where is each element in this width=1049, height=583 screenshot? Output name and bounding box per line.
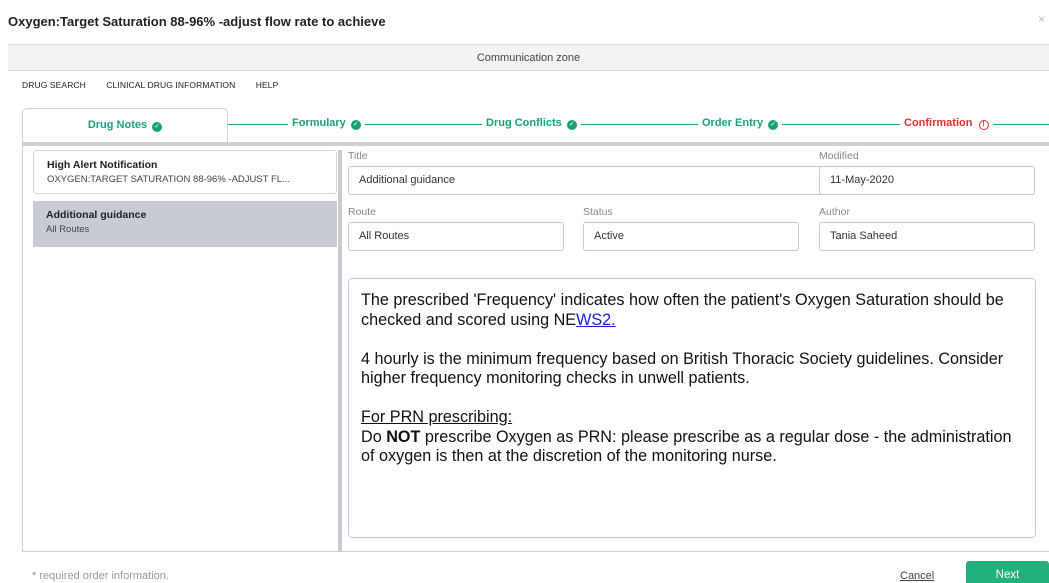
list-item-subtitle: All Routes <box>46 224 90 235</box>
check-circle-icon: ✓ <box>566 120 577 130</box>
guidance-para2: 4 hourly is the minimum frequency based … <box>361 349 1004 388</box>
route-field: All Routes <box>348 222 564 251</box>
menu-bar: DRUG SEARCH CLINICAL DRUG INFORMATION HE… <box>22 80 296 90</box>
list-scrollbar[interactable] <box>339 150 342 552</box>
menu-help[interactable]: HELP <box>256 80 279 90</box>
step-drug-conflicts-label: Drug Conflicts <box>486 117 562 129</box>
cancel-button[interactable]: Cancel <box>900 570 934 582</box>
prn-text-bold: NOT <box>386 427 421 446</box>
step-confirmation-label: Confirmation <box>904 117 973 129</box>
exclamation-circle-icon: ! <box>978 120 989 130</box>
tab-drug-notes-label: Drug Notes <box>87 119 148 131</box>
list-item-title: Additional guidance <box>46 209 147 221</box>
check-circle-icon: ✓ <box>350 120 361 130</box>
communication-zone: Communication zone <box>8 44 1049 71</box>
list-item[interactable]: High Alert Notification OXYGEN:TARGET SA… <box>33 150 337 194</box>
next-button[interactable]: Next <box>966 561 1049 583</box>
prn-text: Do NOT prescribe Oxygen as PRN: please p… <box>361 428 1025 467</box>
dialog-header: Oxygen:Target Saturation 88-96% -adjust … <box>0 0 1049 44</box>
required-info-note: * required order information. <box>32 570 169 582</box>
step-order-entry-label: Order Entry <box>702 117 764 129</box>
prn-text-post: prescribe Oxygen as PRN: please prescrib… <box>361 427 1012 466</box>
modified-label: Modified <box>819 150 859 162</box>
close-icon[interactable]: × <box>1038 12 1045 26</box>
prn-section: For PRN prescribing: Do NOT prescribe Ox… <box>361 408 1025 467</box>
step-formulary[interactable]: Formulary ✓ <box>288 117 365 130</box>
dialog-title: Oxygen:Target Saturation 88-96% -adjust … <box>8 14 386 29</box>
list-item-title: High Alert Notification <box>47 159 158 171</box>
guidance-text-area: The prescribed 'Frequency' indicates how… <box>348 278 1036 538</box>
check-circle-icon: ✓ <box>152 122 163 132</box>
tab-drug-notes[interactable]: Drug Notes ✓ <box>22 108 228 142</box>
menu-drug-search[interactable]: DRUG SEARCH <box>22 80 86 90</box>
list-item-subtitle: OXYGEN:TARGET SATURATION 88-96% -ADJUST … <box>47 174 291 185</box>
workflow-steps: Drug Notes ✓ Formulary ✓ Drug Conflicts … <box>22 108 1049 144</box>
step-formulary-label: Formulary <box>292 117 346 129</box>
modified-field: 11-May-2020 <box>819 166 1035 195</box>
prn-heading: For PRN prescribing: <box>361 408 513 426</box>
route-label: Route <box>348 206 377 218</box>
news2-link[interactable]: WS2. <box>576 311 616 329</box>
author-field: Tania Saheed <box>819 222 1035 251</box>
guidance-paragraph: The prescribed 'Frequency' indicates how… <box>361 291 1025 330</box>
guidance-para1-text: The prescribed 'Frequency' indicates how… <box>361 291 1004 329</box>
list-item[interactable]: Additional guidance All Routes <box>33 201 337 247</box>
status-field: Active <box>583 222 799 251</box>
author-label: Author <box>819 206 850 218</box>
step-order-entry[interactable]: Order Entry ✓ <box>698 117 783 130</box>
step-confirmation[interactable]: Confirmation ! <box>900 117 993 130</box>
menu-clinical-drug-information[interactable]: CLINICAL DRUG INFORMATION <box>106 80 235 90</box>
check-circle-icon: ✓ <box>768 120 779 130</box>
prn-text-pre: Do <box>361 427 387 446</box>
notes-list: High Alert Notification OXYGEN:TARGET SA… <box>33 150 339 552</box>
title-label: Title <box>348 150 368 162</box>
step-drug-conflicts[interactable]: Drug Conflicts ✓ <box>482 117 581 130</box>
status-label: Status <box>583 206 613 218</box>
